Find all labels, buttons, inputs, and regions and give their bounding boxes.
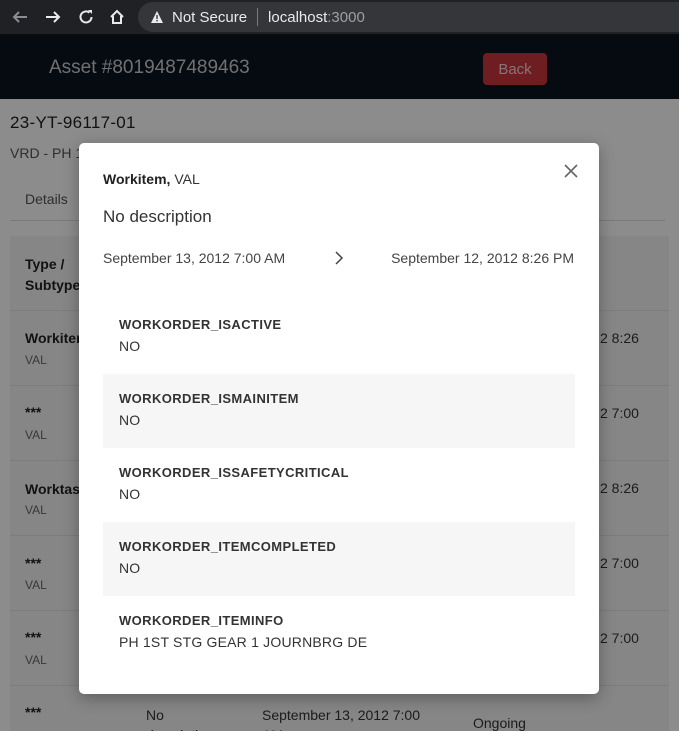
workitem-modal: Workitem, VAL No description September 1…: [79, 143, 599, 694]
property-key: WORKORDER_ISMAINITEM: [119, 391, 299, 406]
property-row: WORKORDER_ITEMCOMPLETED NO: [103, 522, 575, 596]
url-port: :3000: [327, 8, 365, 26]
warning-icon: [151, 11, 163, 23]
property-row: WORKORDER_ISACTIVE NO: [103, 300, 575, 374]
home-icon[interactable]: [105, 5, 129, 29]
property-key: WORKORDER_ISACTIVE: [119, 317, 282, 332]
modal-end-date: September 12, 2012 8:26 PM: [391, 250, 574, 266]
modal-heading: Workitem, VAL: [103, 171, 200, 187]
url-host: localhost: [268, 8, 328, 26]
property-value: NO: [119, 560, 141, 576]
property-row: WORKORDER_ISSAFETYCRITICAL NO: [103, 448, 575, 522]
close-icon[interactable]: [563, 163, 579, 179]
modal-start-date: September 13, 2012 7:00 AM: [103, 250, 286, 266]
property-key: WORKORDER_ITEMCOMPLETED: [119, 539, 337, 554]
property-value: NO: [119, 412, 141, 428]
modal-type: Workitem,: [103, 171, 171, 187]
property-value: NO: [119, 486, 141, 502]
url-divider: [257, 8, 259, 26]
browser-toolbar: Not Secure localhost:3000: [0, 0, 679, 34]
modal-subtype: VAL: [170, 171, 200, 187]
modal-description: No description: [103, 207, 212, 226]
forward-arrow-icon[interactable]: [41, 5, 65, 29]
address-bar[interactable]: Not Secure localhost:3000: [138, 2, 679, 32]
property-value: PH 1ST STG GEAR 1 JOURNBRG DE: [119, 634, 368, 650]
property-key: WORKORDER_ISSAFETYCRITICAL: [119, 465, 349, 480]
back-arrow-icon[interactable]: [8, 5, 32, 29]
property-row: WORKORDER_ISMAINITEM NO: [103, 374, 575, 448]
reload-icon[interactable]: [74, 5, 98, 29]
property-row: WORKORDER_ITEMINFO PH 1ST STG GEAR 1 JOU…: [103, 596, 575, 670]
security-label: Not Secure: [172, 8, 248, 26]
property-key: WORKORDER_ITEMINFO: [119, 613, 284, 628]
property-value: NO: [119, 338, 141, 354]
chevron-right-icon: [335, 251, 344, 265]
